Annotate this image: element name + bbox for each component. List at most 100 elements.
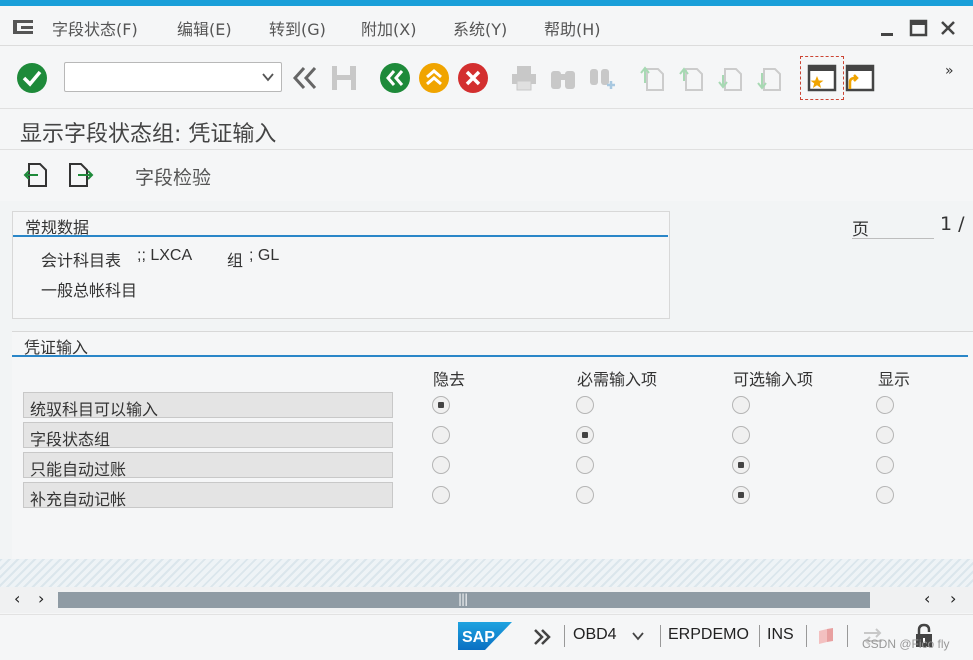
horizontal-scrollbar[interactable]: ‹ › ||| ‹ › <box>0 587 973 613</box>
col-suppress: 隐去 <box>433 370 466 389</box>
field-row-label: 只能自动过账 <box>23 452 393 479</box>
maximize-icon[interactable] <box>909 18 929 38</box>
find-button[interactable] <box>546 61 580 95</box>
menu-extras[interactable]: 附加(X) <box>361 16 416 40</box>
radio-display[interactable] <box>876 396 894 414</box>
input-mode[interactable]: INS <box>767 626 794 644</box>
generate-shortcut-button[interactable] <box>843 61 877 95</box>
field-row-label: 统驭科目可以输入 <box>23 392 393 419</box>
separator <box>806 625 807 647</box>
first-page-button[interactable] <box>636 61 670 95</box>
radio-suppress[interactable] <box>432 396 450 414</box>
menu-bar: 字段状态(F) 编辑(E) 转到(G) 附加(X) 系统(Y) 帮助(H) <box>0 6 973 46</box>
radio-suppress[interactable] <box>432 426 450 444</box>
radio-suppress[interactable] <box>432 456 450 474</box>
enter-button[interactable] <box>15 61 49 95</box>
application-toolbar: 字段检验 <box>0 151 973 201</box>
radio-required[interactable] <box>576 426 594 444</box>
group-description: 一般总帐科目 <box>41 281 138 300</box>
field-check-button[interactable]: 字段检验 <box>135 163 211 190</box>
menu-system[interactable]: 系统(Y) <box>453 16 507 40</box>
minimize-icon[interactable] <box>878 18 898 38</box>
exit-icon <box>419 63 449 93</box>
voucher-entry-group: 凭证输入 隐去 必需输入项 可选输入项 显示 统驭科目可以输入 字段状态组 只能自动… <box>12 331 973 559</box>
last-page-icon <box>757 68 781 91</box>
scroll-right-end-icon[interactable]: › <box>950 589 956 608</box>
menu-help[interactable]: 帮助(H) <box>544 16 601 40</box>
group-value: ; GL <box>249 247 280 264</box>
separator <box>847 625 848 647</box>
back-icon <box>380 63 410 93</box>
radio-display[interactable] <box>876 456 894 474</box>
bookmark-icon[interactable] <box>815 625 837 647</box>
exit-button[interactable] <box>417 61 451 95</box>
more-toolbar-button[interactable]: » <box>945 63 954 79</box>
last-page-button[interactable] <box>753 61 787 95</box>
command-field[interactable] <box>64 62 282 92</box>
scroll-left-end-icon[interactable]: ‹ <box>924 589 930 608</box>
previous-entry-icon[interactable] <box>22 161 50 189</box>
collapse-command-button[interactable] <box>288 61 322 95</box>
double-chevron-left-icon <box>292 66 317 90</box>
print-button[interactable] <box>507 61 541 95</box>
radio-optional[interactable] <box>732 396 750 414</box>
separator <box>564 625 565 647</box>
field-row-label: 补充自动记帐 <box>23 482 393 509</box>
menu-goto[interactable]: 转到(G) <box>269 16 326 40</box>
scroll-thumb[interactable]: ||| <box>58 592 870 608</box>
col-display: 显示 <box>878 370 911 389</box>
chevron-down-icon[interactable] <box>631 629 645 643</box>
separator <box>660 625 661 647</box>
scroll-left-icon[interactable]: ‹ <box>14 589 20 608</box>
radio-required[interactable] <box>576 396 594 414</box>
group-label: 组 <box>227 251 244 270</box>
window-shortcut-icon <box>845 64 875 92</box>
cancel-icon <box>458 63 488 93</box>
chart-of-accounts-label: 会计科目表 <box>41 251 122 270</box>
radio-optional[interactable] <box>732 426 750 444</box>
page-label: 页 <box>852 215 934 240</box>
separator <box>759 625 760 647</box>
watermark: CSDN @Fico fly <box>862 637 950 651</box>
main-content: 常规数据 会计科目表 ;; LXCA 组 ; GL 一般总帐科目 页 1 / 凭… <box>0 201 973 589</box>
system-id: OBD4 <box>573 626 617 643</box>
page-number: 1 / <box>940 213 965 235</box>
col-optional: 可选输入项 <box>733 370 814 389</box>
save-icon <box>332 66 356 90</box>
find-next-icon <box>590 69 615 89</box>
radio-display[interactable] <box>876 486 894 504</box>
radio-display[interactable] <box>876 426 894 444</box>
radio-suppress[interactable] <box>432 486 450 504</box>
svg-text:SAP: SAP <box>462 629 495 646</box>
create-session-button[interactable] <box>800 56 844 100</box>
print-icon <box>512 66 536 91</box>
radio-required[interactable] <box>576 486 594 504</box>
title-bar: 显示字段状态组: 凭证输入 <box>0 108 973 150</box>
next-page-icon <box>718 68 742 91</box>
chevron-down-icon[interactable] <box>261 70 275 84</box>
save-button[interactable] <box>327 61 361 95</box>
menu-icon[interactable] <box>12 18 34 36</box>
cancel-button[interactable] <box>456 61 490 95</box>
menu-field-status[interactable]: 字段状态(F) <box>52 16 138 40</box>
next-entry-icon[interactable] <box>66 161 94 189</box>
close-window-icon[interactable] <box>938 18 958 38</box>
window-star-icon <box>807 64 837 92</box>
expand-status-icon[interactable] <box>532 627 552 647</box>
menu-edit[interactable]: 编辑(E) <box>177 16 232 40</box>
radio-required[interactable] <box>576 456 594 474</box>
col-required: 必需输入项 <box>577 370 658 389</box>
find-next-button[interactable] <box>585 61 619 95</box>
radio-optional[interactable] <box>732 486 750 504</box>
field-row-label: 字段状态组 <box>23 422 393 449</box>
next-page-button[interactable] <box>714 61 748 95</box>
radio-optional[interactable] <box>732 456 750 474</box>
first-page-icon <box>640 66 664 91</box>
client-name: ERPDEMO <box>668 626 749 643</box>
stripe-band <box>0 559 973 587</box>
general-data-group: 常规数据 会计科目表 ;; LXCA 组 ; GL 一般总帐科目 <box>12 211 670 319</box>
back-button[interactable] <box>378 61 412 95</box>
previous-page-button[interactable] <box>675 61 709 95</box>
page-title: 显示字段状态组: 凭证输入 <box>20 122 277 147</box>
scroll-right-icon[interactable]: › <box>38 589 44 608</box>
